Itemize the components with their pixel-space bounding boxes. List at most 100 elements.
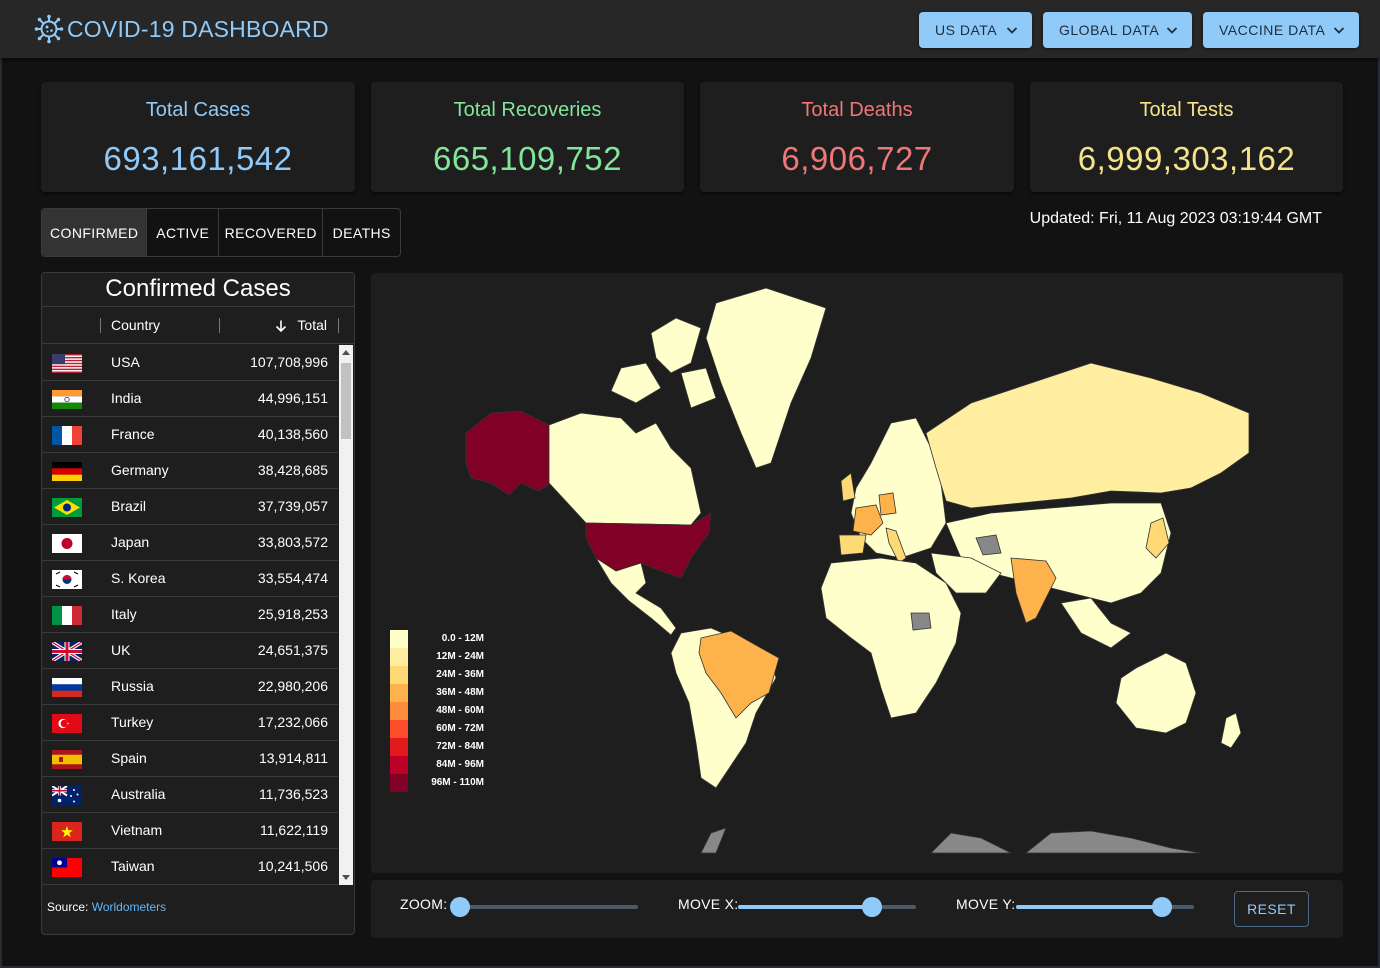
column-header-total[interactable]: Total	[297, 317, 327, 333]
column-header-country[interactable]: Country	[111, 317, 160, 333]
table-scrollbar[interactable]	[339, 345, 353, 885]
table-row[interactable]: Turkey 17,232,066	[42, 705, 338, 741]
table-row[interactable]: Taiwan 10,241,506	[42, 849, 338, 885]
table-row[interactable]: France 40,138,560	[42, 417, 338, 453]
country-total: 11,736,523	[258, 786, 328, 802]
japan-flag-icon	[52, 534, 82, 553]
table-row[interactable]: India 44,996,151	[42, 381, 338, 417]
country-name: Italy	[111, 606, 137, 622]
taiwan-flag-icon	[52, 858, 82, 877]
confirmed-cases-table-panel: Confirmed Cases Country Total USA 107,70…	[41, 272, 355, 935]
total-deaths-label: Total Deaths	[801, 99, 913, 121]
australia-flag-icon	[52, 786, 82, 805]
toggle-confirmed[interactable]: CONFIRMED	[42, 209, 148, 256]
move-x-slider-thumb[interactable]	[861, 897, 882, 917]
italy-flag-icon	[52, 606, 82, 625]
map-controls: ZOOM: MOVE X: MOVE Y: RESET	[371, 880, 1343, 938]
map-india	[1010, 557, 1057, 624]
global-data-menu-button[interactable]: GLOBAL DATA	[1043, 12, 1192, 48]
country-total: 10,241,506	[257, 858, 328, 874]
country-name: France	[111, 426, 155, 442]
table-row[interactable]: S. Korea 33,554,474	[42, 561, 338, 597]
move-y-slider-thumb[interactable]	[1151, 897, 1172, 917]
table-row[interactable]: Spain 13,914,811	[42, 741, 338, 777]
toggle-active[interactable]: ACTIVE	[147, 209, 220, 256]
total-recoveries-value: 665,109,752	[432, 140, 622, 177]
brand[interactable]: COVID-19 DASHBOARD	[34, 14, 329, 44]
map-germany	[878, 492, 897, 516]
toggle-deaths[interactable]: DEATHS	[323, 209, 400, 256]
move-y-slider-track-fill	[1016, 905, 1162, 909]
table-row[interactable]: Vietnam 11,622,119	[42, 813, 338, 849]
chevron-down-icon	[1166, 27, 1178, 34]
table-header: Country Total	[42, 306, 354, 344]
legend-label: 0.0 - 12M	[441, 633, 484, 644]
table-row[interactable]: Italy 25,918,253	[42, 597, 338, 633]
updated-timestamp: Updated: Fri, 11 Aug 2023 03:19:44 GMT	[1029, 210, 1322, 227]
total-cases-value: 693,161,542	[103, 140, 293, 177]
total-cases-card: Total Cases 693,161,542	[41, 82, 355, 192]
zoom-slider[interactable]	[450, 897, 638, 917]
table-row[interactable]: Japan 33,803,572	[42, 525, 338, 561]
legend-label: 72M - 84M	[436, 741, 484, 752]
country-name: Taiwan	[111, 858, 155, 874]
zoom-label: ZOOM:	[400, 896, 448, 912]
total-tests-value: 6,999,303,162	[1077, 140, 1296, 177]
map-australia	[1115, 652, 1197, 734]
map-antarctica	[700, 827, 1202, 854]
world-map-panel[interactable]: 0.0 - 12M 12M - 24M 24M - 36M 36M - 48M …	[371, 273, 1343, 873]
table-row[interactable]: Germany 38,428,685	[42, 453, 338, 489]
column-separator	[219, 318, 220, 333]
move-y-label: MOVE Y:	[956, 896, 1016, 912]
uk-flag-icon	[52, 642, 82, 661]
legend-label: 24M - 36M	[436, 669, 484, 680]
map-alaska	[465, 410, 552, 496]
total-tests-card: Total Tests 6,999,303,162	[1030, 82, 1343, 192]
scrollbar-thumb[interactable]	[341, 363, 351, 439]
country-total: 44,996,151	[257, 390, 328, 406]
move-x-slider-track-fill	[738, 905, 872, 909]
country-name: UK	[111, 642, 131, 658]
country-name: Japan	[111, 534, 150, 550]
country-name: Russia	[111, 678, 154, 694]
map-arctic-islands	[610, 317, 717, 409]
toggle-recovered[interactable]: RECOVERED	[219, 209, 324, 256]
table-row[interactable]: Russia 22,980,206	[42, 669, 338, 705]
scroll-up-arrow-icon[interactable]	[342, 350, 350, 355]
virus-icon	[34, 14, 64, 44]
us-data-label: US DATA	[935, 22, 998, 38]
total-deaths-card: Total Deaths 6,906,727	[700, 82, 1014, 192]
reset-button[interactable]: RESET	[1234, 891, 1309, 927]
country-name: Turkey	[111, 714, 154, 730]
country-total: 40,138,560	[257, 426, 328, 442]
map-africa	[820, 557, 962, 719]
scroll-down-arrow-icon[interactable]	[342, 875, 350, 880]
country-total: 107,708,996	[250, 354, 328, 370]
legend-label: 84M - 96M	[436, 759, 484, 770]
france-flag-icon	[52, 426, 82, 445]
sort-descending-icon[interactable]	[274, 319, 288, 333]
us-data-menu-button[interactable]: US DATA	[919, 12, 1032, 48]
move-y-slider[interactable]	[1016, 897, 1194, 917]
vaccine-data-menu-button[interactable]: VACCINE DATA	[1203, 12, 1359, 48]
world-choropleth-map[interactable]	[371, 273, 1343, 873]
table-row[interactable]: USA 107,708,996	[42, 345, 338, 381]
country-total: 25,918,253	[257, 606, 328, 622]
india-flag-icon	[52, 390, 82, 409]
move-x-slider[interactable]	[738, 897, 916, 917]
map-greenland	[705, 287, 827, 469]
table-row[interactable]: Australia 11,736,523	[42, 777, 338, 813]
table-title: Confirmed Cases	[105, 275, 291, 302]
country-total: 37,739,057	[257, 498, 328, 514]
germany-flag-icon	[52, 462, 82, 481]
us-flag-icon	[52, 354, 82, 373]
table-row[interactable]: Brazil 37,739,057	[42, 489, 338, 525]
table-row[interactable]: UK 24,651,375	[42, 633, 338, 669]
table-body[interactable]: USA 107,708,996 India 44,996,151 France …	[42, 345, 338, 885]
top-app-bar: COVID-19 DASHBOARD US DATA GLOBAL DATA V…	[0, 0, 1380, 58]
zoom-slider-thumb[interactable]	[450, 897, 470, 917]
country-total: 22,980,206	[257, 678, 328, 694]
global-data-label: GLOBAL DATA	[1059, 22, 1160, 38]
total-recoveries-card: Total Recoveries 665,109,752	[371, 82, 684, 192]
worldometers-link[interactable]: Worldometers	[92, 900, 166, 914]
